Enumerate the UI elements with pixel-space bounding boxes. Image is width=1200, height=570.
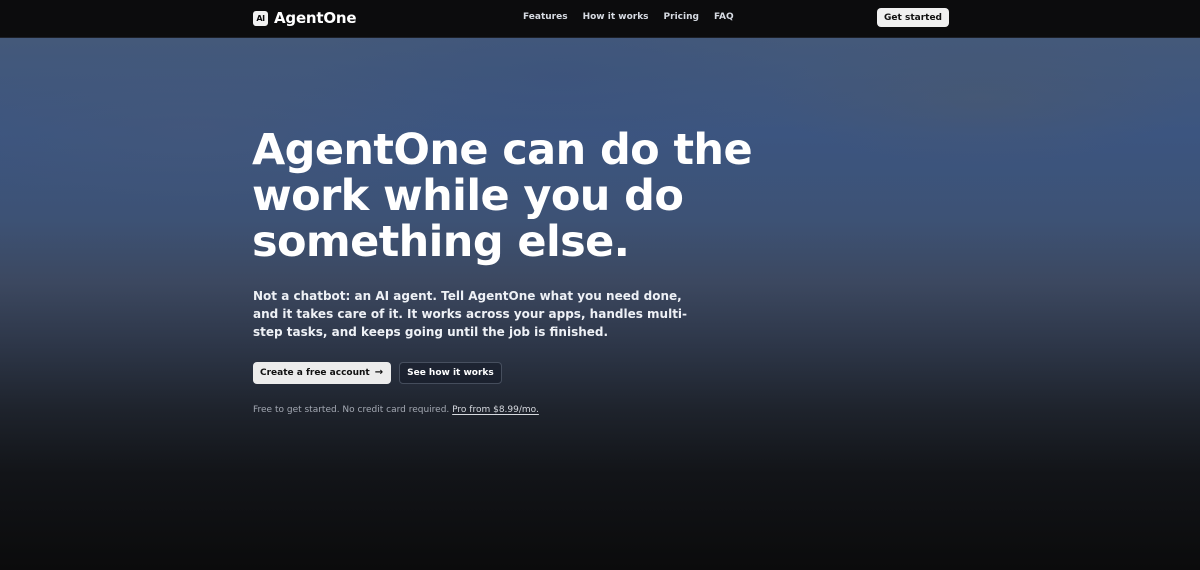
brand-logo-link[interactable]: AI AgentOne	[253, 9, 357, 27]
pro-pricing-link[interactable]: Pro from $8.99/mo.	[452, 405, 539, 415]
agentone-logo-icon: AI	[253, 10, 268, 26]
nav-links: Features How it works Pricing FAQ	[523, 12, 734, 22]
hero-headline: AgentOne can do the work while you do so…	[252, 125, 753, 267]
pricing-note-text: Free to get started. No credit card requ…	[253, 405, 450, 415]
create-free-account-button[interactable]: Create a free account →	[253, 362, 392, 384]
create-free-account-label: Create a free account	[260, 368, 370, 378]
nav-link-faq[interactable]: FAQ	[714, 12, 734, 22]
hero-actions: Create a free account → See how it works	[253, 362, 502, 384]
brand-name: AgentOne	[274, 9, 357, 27]
nav-link-features[interactable]: Features	[523, 12, 568, 22]
top-nav: AI AgentOne Features How it works Pricin…	[0, 0, 1200, 38]
see-how-it-works-button[interactable]: See how it works	[399, 362, 502, 384]
pricing-note: Free to get started. No credit card requ…	[253, 405, 539, 415]
get-started-button[interactable]: Get started	[877, 8, 949, 27]
arrow-right-icon: →	[374, 367, 384, 378]
nav-link-pricing[interactable]: Pricing	[664, 12, 699, 22]
hero-subtext: Not a chatbot: an AI agent. Tell AgentOn…	[253, 289, 688, 339]
nav-link-how-it-works[interactable]: How it works	[583, 12, 649, 22]
